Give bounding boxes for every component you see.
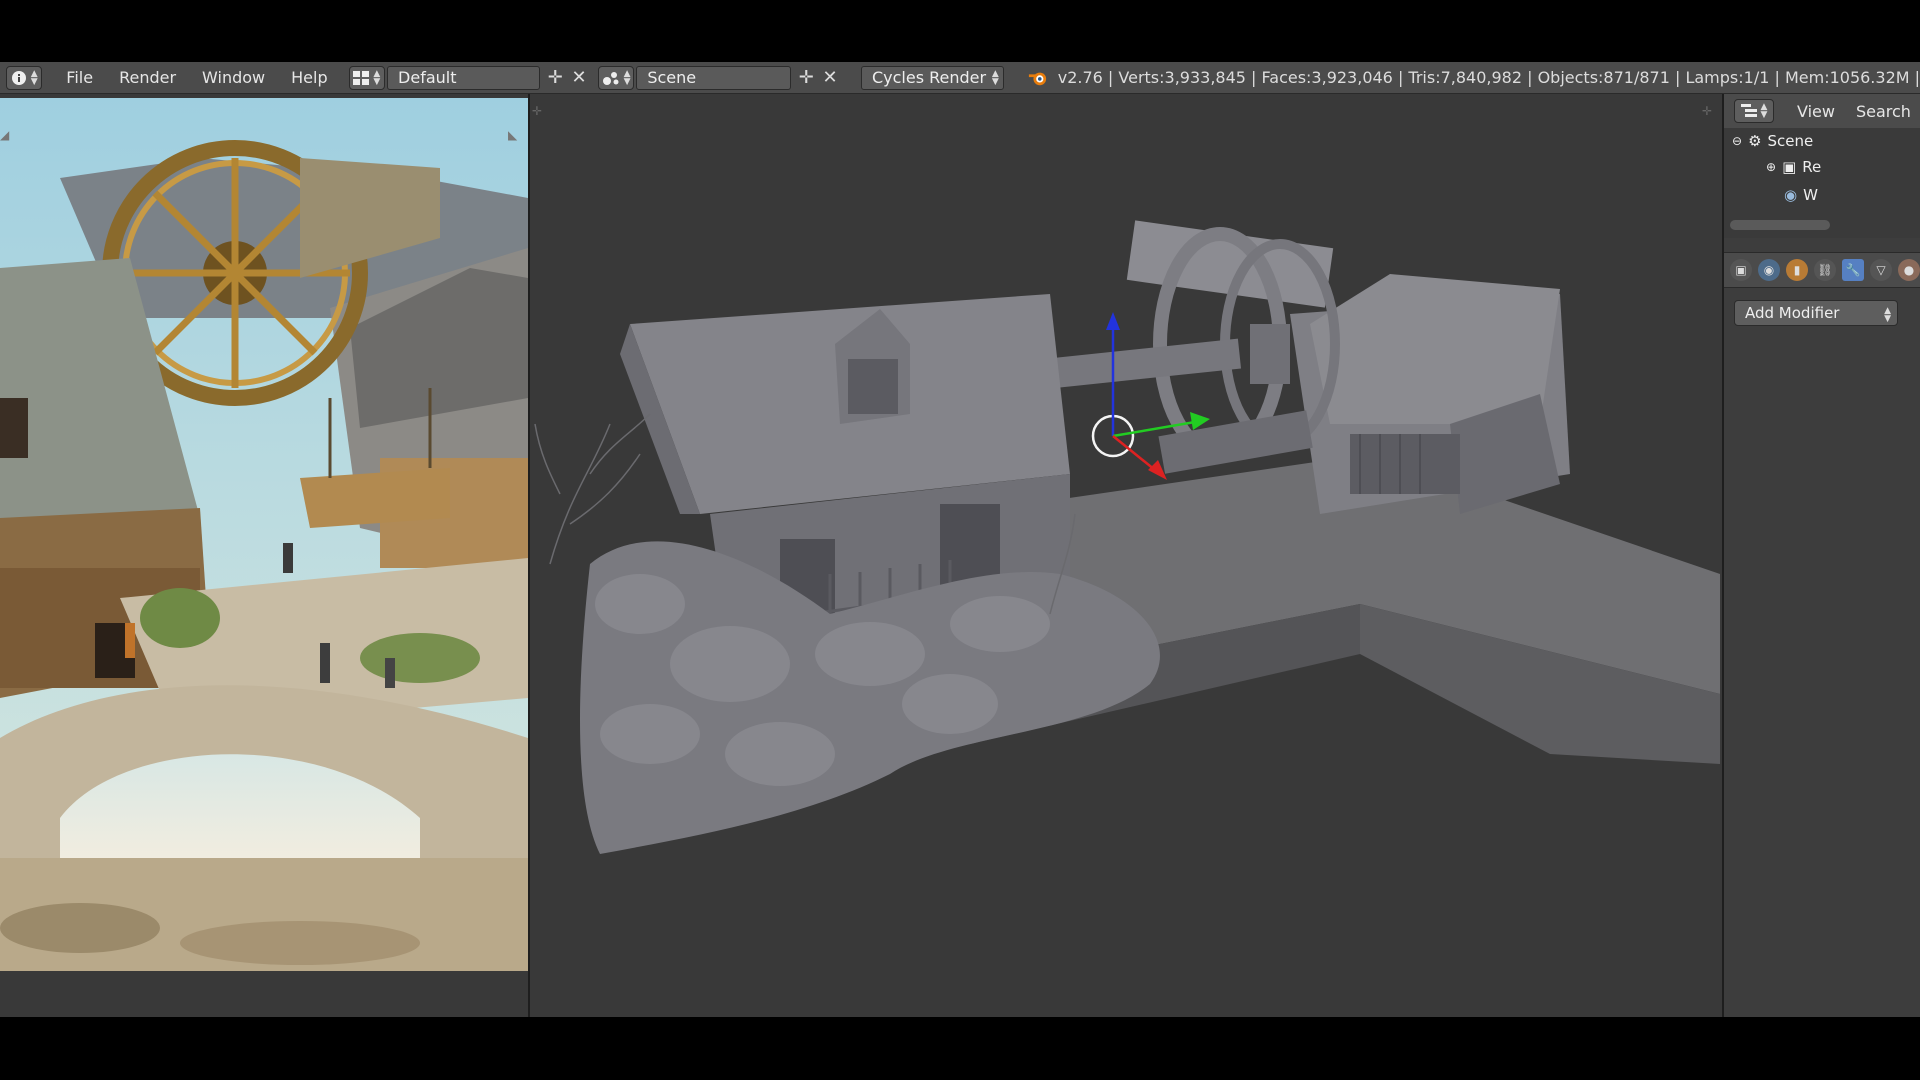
updown-arrows-icon: ▲ ▼ [1760,102,1768,120]
scene-stats: v2.76 | Verts:3,933,845 | Faces:3,923,04… [1057,68,1920,87]
right-panel: ▲ ▼ View Search ⊖ ⚙ Scene ⊕ ▣ Re ◉ W ▣ ◉ … [1724,94,1920,1017]
reference-image [0,98,528,971]
tree-label-world: W [1803,186,1818,204]
letterbox-bottom [0,1017,1920,1080]
render-engine-value: Cycles Render [871,68,987,87]
corner-handle-icon[interactable]: ◣ [508,128,517,142]
tree-row-render-layers[interactable]: ⊕ ▣ Re [1766,154,1821,180]
wrench-icon[interactable]: 🔧 [1842,259,1864,281]
mesh-data-tab-icon[interactable]: ▽ [1870,259,1892,281]
3d-viewport[interactable]: ✛ ✛ [530,94,1722,1017]
scene-selector-button[interactable]: ▲ ▼ [597,65,635,90]
outliner-editor-type-button[interactable]: ▲ ▼ [1734,99,1774,123]
corner-handle-icon[interactable]: ✛ [532,104,542,118]
image-editor[interactable]: ◢ ◣ [0,94,528,1017]
remove-scene-button[interactable]: ✕ [819,66,841,90]
outliner-menu-view[interactable]: View [1784,102,1848,121]
screen-layout-value: Default [398,68,457,87]
outliner-header: ▲ ▼ View Search [1724,94,1920,129]
scene-field[interactable]: Scene [636,65,792,90]
constraints-tab-icon[interactable]: ⛓ [1814,259,1836,281]
tree-label-scene: Scene [1767,132,1814,150]
render-engine-dropdown[interactable]: Cycles Render ▲ ▼ [860,65,1004,90]
updown-arrows-icon: ▲ ▼ [373,68,381,87]
corner-handle-icon[interactable]: ✛ [1702,104,1712,118]
blender-logo-icon [1028,72,1046,85]
menu-help[interactable]: Help [278,68,340,87]
info-icon [11,70,26,85]
tree-row-scene[interactable]: ⊖ ⚙ Scene [1732,128,1813,154]
scene-value: Scene [647,68,697,87]
remove-layout-button[interactable]: ✕ [568,66,590,90]
scene-icon [602,71,619,85]
world-tab-icon[interactable]: ◉ [1758,259,1780,281]
collapse-icon[interactable]: ⊖ [1732,134,1742,148]
layout-grid-icon [353,70,370,85]
add-scene-button[interactable]: ✛ [795,66,817,90]
render-layers-icon: ▣ [1782,158,1797,176]
properties-header: ▣ ◉ ▮ ⛓ 🔧 ▽ ● [1724,252,1920,288]
render-layers-tab-icon[interactable]: ▣ [1730,259,1752,281]
tree-label-render-layers: Re [1802,158,1822,176]
updown-arrows-icon: ▲ ▼ [1884,306,1891,324]
tree-row-world[interactable]: ◉ W [1784,182,1818,208]
screen-layout-button[interactable]: ▲ ▼ [348,65,386,90]
corner-handle-icon[interactable]: ◢ [0,128,9,142]
menu-window[interactable]: Window [189,68,278,87]
menu-file[interactable]: File [53,68,106,87]
outliner-tree[interactable]: ⊖ ⚙ Scene ⊕ ▣ Re ◉ W [1724,128,1920,238]
add-layout-button[interactable]: ✛ [544,66,566,90]
letterbox-top [0,0,1920,62]
world-icon: ◉ [1784,186,1798,204]
outliner-menu-search[interactable]: Search [1848,102,1911,121]
scene-icon: ⚙ [1748,132,1762,150]
screen-layout-field[interactable]: Default [387,65,541,90]
menu-render[interactable]: Render [106,68,189,87]
updown-arrows-icon: ▲ ▼ [623,68,631,87]
expand-icon[interactable]: ⊕ [1766,160,1776,174]
updown-arrows-icon: ▲ ▼ [30,68,38,87]
material-tab-icon[interactable]: ● [1898,259,1920,281]
info-header: ▲ ▼ File Render Window Help ▲ ▼ Default ✛ … [0,62,1920,94]
editor-type-button[interactable]: ▲ ▼ [6,65,43,90]
add-modifier-label: Add Modifier [1745,304,1840,322]
outliner-icon [1740,104,1757,117]
object-tab-icon[interactable]: ▮ [1786,259,1808,281]
outliner-scrollbar[interactable] [1730,220,1830,230]
add-modifier-dropdown[interactable]: Add Modifier ▲ ▼ [1734,300,1898,326]
updown-arrows-icon: ▲ ▼ [991,68,999,87]
